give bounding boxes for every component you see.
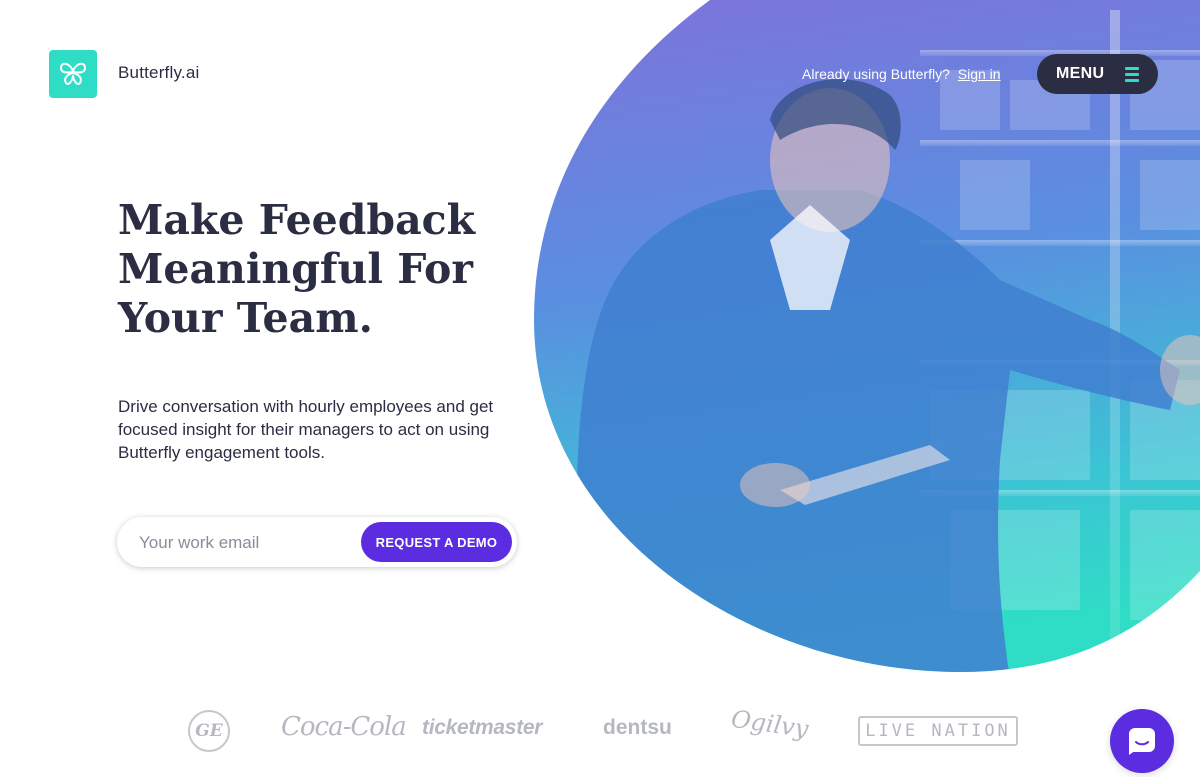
client-logo-coca-cola: Coca-Cola [281,712,407,742]
hamburger-icon [1125,66,1139,82]
hero-image [534,0,1200,672]
menu-label: MENU [1056,65,1105,82]
hero-description: Drive conversation with hourly employees… [118,397,494,462]
page-title: Make Feedback Meaningful For Your Team. [118,196,476,342]
client-logo-dentsu: dentsu [603,716,672,739]
signin-link[interactable]: Sign in [958,66,1001,82]
client-logo-ogilvy: Ogilvy [729,704,811,744]
client-logos: GE Coca-Cola ticketmaster dentsu Ogilvy … [0,700,1200,766]
client-logo-live-nation: LIVE NATION [858,716,1018,746]
brand-name[interactable]: Butterfly.ai [118,63,199,83]
client-logo-ge: GE [188,710,230,752]
logo[interactable] [49,50,97,98]
client-logo-ticketmaster: ticketmaster [422,716,543,739]
menu-button[interactable]: MENU [1037,54,1158,94]
chat-widget-button[interactable] [1110,709,1174,773]
demo-request-form: REQUEST A DEMO [117,517,517,569]
work-email-input[interactable] [137,517,361,569]
chat-bubble-icon [1129,728,1155,755]
landing-page: Butterfly.ai Already using Butterfly? Si… [0,0,1200,777]
signin-prompt-text: Already using Butterfly? [802,66,950,82]
request-demo-button[interactable]: REQUEST A DEMO [361,522,512,562]
signin-prompt: Already using Butterfly? Sign in [802,66,1001,82]
butterfly-icon [59,62,87,85]
